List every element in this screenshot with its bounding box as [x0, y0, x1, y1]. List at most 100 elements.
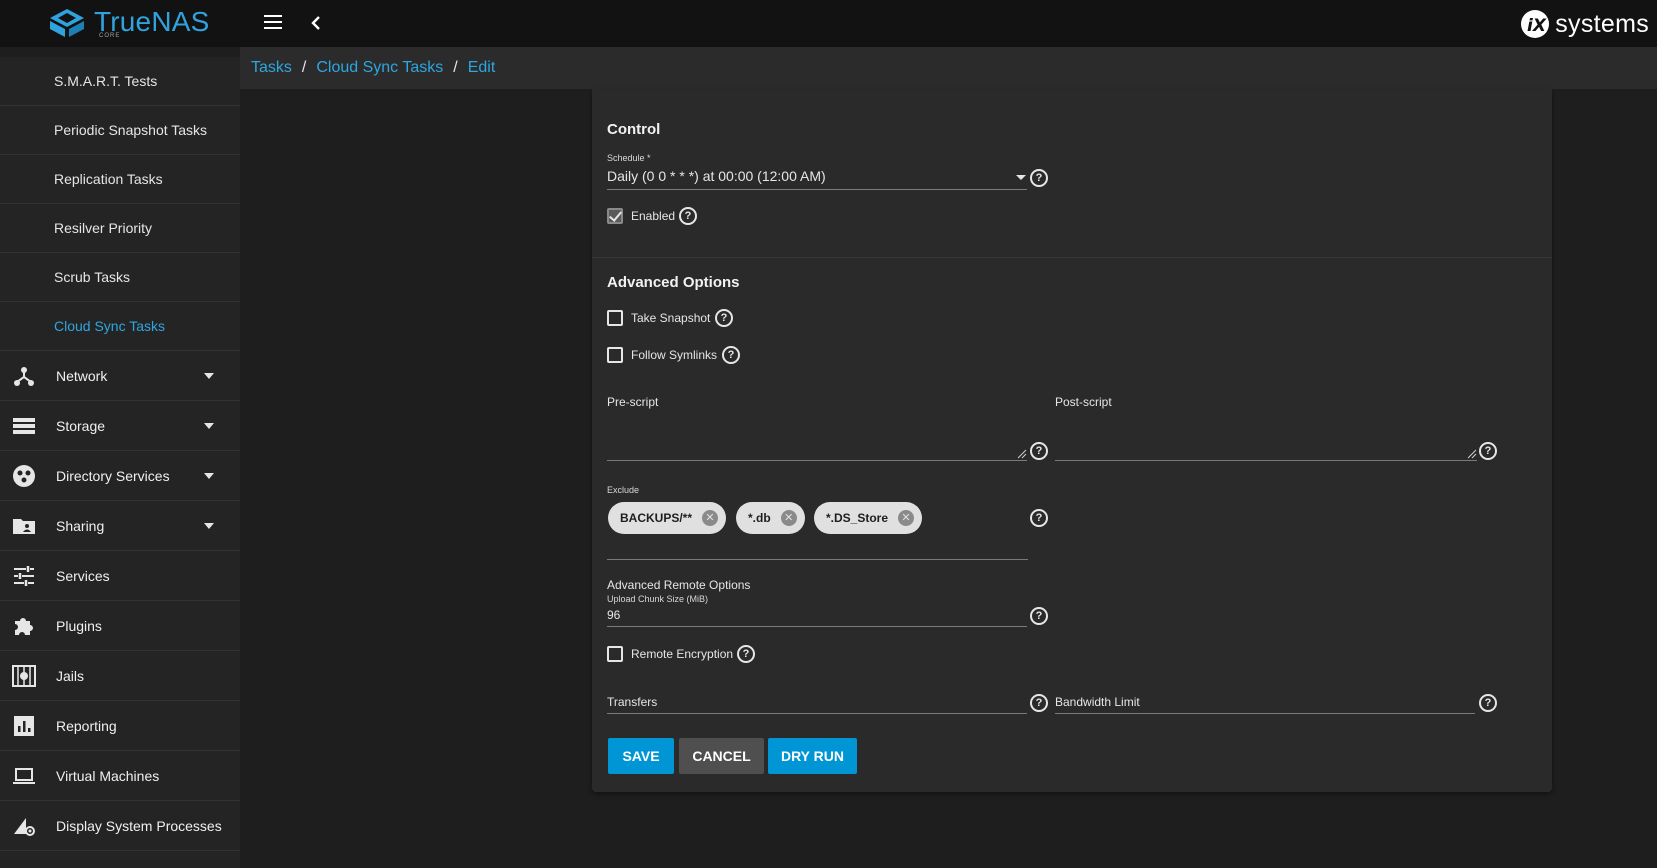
post-script-help-icon[interactable]: ? — [1479, 442, 1497, 460]
close-icon[interactable]: ✕ — [898, 510, 915, 526]
sidebar-item-jails[interactable]: Jails — [0, 651, 240, 701]
bandwidth-limit-input[interactable]: Bandwidth Limit — [1055, 695, 1140, 709]
sidebar-item-label: Storage — [56, 417, 106, 434]
breadcrumb-separator: / — [301, 59, 307, 76]
enabled-checkbox[interactable] — [607, 208, 623, 224]
transfers-input[interactable]: Transfers — [607, 695, 657, 709]
post-script-label: Post-script — [1055, 395, 1112, 409]
sidebar-item-replication-tasks[interactable]: Replication Tasks — [0, 155, 240, 204]
schedule-underline — [607, 189, 1027, 190]
sidebar-item-services[interactable]: Services — [0, 551, 240, 601]
breadcrumb-cloud-sync-tasks[interactable]: Cloud Sync Tasks — [316, 59, 443, 77]
storage-icon — [13, 418, 35, 434]
cloud-sync-edit-form: Control Schedule * Daily (0 0 * * *) at … — [592, 89, 1552, 792]
sidebar-item-label: Sharing — [56, 517, 105, 534]
sidebar-item-label: Virtual Machines — [56, 767, 160, 784]
ixsystems-logo: iX systems — [1517, 8, 1649, 40]
upload-chunk-size-underline — [607, 626, 1027, 627]
sidebar-item-smart-tests[interactable]: S.M.A.R.T. Tests — [0, 57, 240, 106]
dry-run-button[interactable]: DRY RUN — [768, 738, 857, 774]
sidebar-item-label: Scrub Tasks — [54, 269, 130, 285]
exclude-chip[interactable]: BACKUPS/** ✕ — [608, 502, 727, 534]
follow-symlinks-label: Follow Symlinks — [631, 348, 718, 362]
enabled-label: Enabled — [631, 209, 676, 223]
chevron-down-icon[interactable] — [1016, 175, 1026, 180]
exclude-underline — [607, 559, 1028, 560]
sidebar-item-directory-services[interactable]: Directory Services — [0, 451, 240, 501]
schedule-label: Schedule * — [607, 153, 651, 163]
sidebar-item-label: Cloud Sync Tasks — [54, 318, 166, 334]
hamburger-menu-icon[interactable] — [262, 13, 290, 35]
take-snapshot-checkbox[interactable] — [607, 310, 623, 326]
pre-script-textarea[interactable] — [607, 414, 1027, 461]
close-icon[interactable]: ✕ — [780, 510, 797, 526]
sidebar-item-sharing[interactable]: Sharing — [0, 501, 240, 551]
sidebar-item-label: Display System Processes — [56, 817, 222, 834]
sidebar-item-storage[interactable]: Storage — [0, 401, 240, 451]
chevron-down-icon — [204, 473, 214, 479]
breadcrumb-tasks[interactable]: Tasks — [251, 59, 292, 77]
truenas-logo-icon — [50, 9, 84, 37]
ix-logo-icon: iX — [1521, 10, 1550, 38]
svg-text:iX: iX — [1527, 16, 1547, 36]
sidebar-item-label: Plugins — [56, 617, 102, 634]
sidebar-item-label: S.M.A.R.T. Tests — [54, 73, 158, 89]
bandwidth-limit-help-icon[interactable]: ? — [1479, 694, 1497, 712]
services-sliders-icon — [14, 566, 34, 586]
remote-encryption-help-icon[interactable]: ? — [737, 645, 755, 663]
close-icon[interactable]: ✕ — [702, 510, 719, 526]
sharing-folder-icon — [13, 519, 35, 534]
chevron-down-icon — [204, 523, 214, 529]
chevron-down-icon — [204, 373, 214, 379]
save-button[interactable]: SAVE — [608, 738, 674, 774]
transfers-help-icon[interactable]: ? — [1030, 694, 1048, 712]
sidebar-item-periodic-snapshot-tasks[interactable]: Periodic Snapshot Tasks — [0, 106, 240, 155]
top-bar: TrueNAS CORE iX systems — [0, 0, 1657, 47]
schedule-select[interactable]: Daily (0 0 * * *) at 00:00 (12:00 AM) — [607, 168, 826, 184]
upload-chunk-size-input[interactable]: 96 — [607, 608, 620, 622]
post-script-textarea[interactable] — [1055, 414, 1477, 461]
schedule-help-icon[interactable]: ? — [1030, 169, 1048, 187]
pre-script-help-icon[interactable]: ? — [1030, 442, 1048, 460]
network-icon — [14, 367, 34, 386]
advanced-remote-options-title: Advanced Remote Options — [607, 578, 751, 592]
sidebar-item-resilver-priority[interactable]: Resilver Priority — [0, 204, 240, 253]
sidebar-item-scrub-tasks[interactable]: Scrub Tasks — [0, 253, 240, 302]
sidebar-item-virtual-machines[interactable]: Virtual Machines — [0, 751, 240, 801]
exclude-label: Exclude — [607, 485, 640, 495]
breadcrumb-separator: / — [453, 59, 458, 76]
sidebar-item-network[interactable]: Network — [0, 351, 240, 401]
chip-label: *.db — [748, 511, 771, 525]
follow-symlinks-checkbox[interactable] — [607, 347, 623, 363]
take-snapshot-label: Take Snapshot — [631, 311, 711, 325]
sidebar-item-plugins[interactable]: Plugins — [0, 601, 240, 651]
exclude-help-icon[interactable]: ? — [1030, 509, 1048, 527]
sidebar-item-label: Reporting — [56, 717, 117, 734]
laptop-icon — [13, 768, 35, 784]
remote-encryption-checkbox[interactable] — [607, 646, 623, 662]
sidebar-item-label: Resilver Priority — [54, 220, 153, 236]
sidebar-item-label: Directory Services — [56, 467, 170, 484]
truenas-logo[interactable] — [48, 8, 86, 38]
system-processes-icon — [14, 818, 35, 836]
resize-grip-icon[interactable] — [1465, 447, 1477, 459]
sidebar-item-label: Periodic Snapshot Tasks — [54, 122, 208, 138]
sidebar-item-reporting[interactable]: Reporting — [0, 701, 240, 751]
cancel-button[interactable]: CANCEL — [679, 738, 764, 774]
exclude-chip[interactable]: *.DS_Store ✕ — [814, 502, 923, 534]
exclude-chip[interactable]: *.db ✕ — [736, 502, 805, 534]
follow-symlinks-help-icon[interactable]: ? — [722, 346, 740, 364]
jail-icon — [12, 665, 36, 687]
upload-chunk-size-help-icon[interactable]: ? — [1030, 607, 1048, 625]
breadcrumb-edit[interactable]: Edit — [468, 59, 496, 77]
sidebar-item-label: Network — [56, 367, 108, 384]
chip-label: BACKUPS/** — [620, 511, 693, 525]
chevron-left-icon[interactable] — [305, 12, 327, 34]
enabled-help-icon[interactable]: ? — [679, 207, 697, 225]
sidebar-item-display-system-processes[interactable]: Display System Processes — [0, 801, 240, 851]
sidebar-item-label: Services — [56, 567, 110, 584]
resize-grip-icon[interactable] — [1015, 447, 1027, 459]
take-snapshot-help-icon[interactable]: ? — [715, 309, 733, 327]
sidebar-item-cloud-sync-tasks[interactable]: Cloud Sync Tasks — [0, 302, 240, 351]
brand-text: systems — [1555, 9, 1649, 38]
